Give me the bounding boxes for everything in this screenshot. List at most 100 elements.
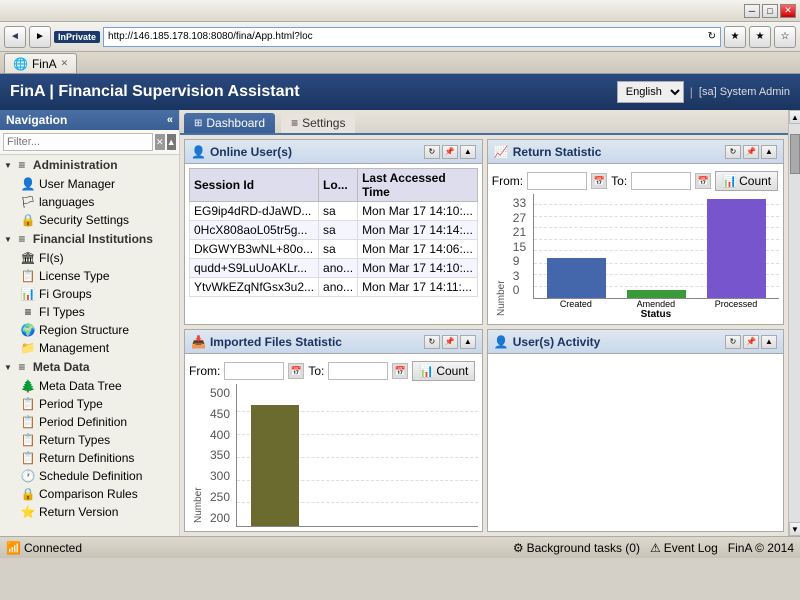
- tab-close-icon[interactable]: ✕: [61, 58, 69, 69]
- user-activity-body: [488, 354, 783, 531]
- status-bar: 📶 Connected ⚙ Background tasks (0) ⚠ Eve…: [0, 536, 800, 558]
- scrollbar-thumb[interactable]: [790, 134, 800, 174]
- refresh-icon[interactable]: ↻: [708, 31, 716, 42]
- cell-session: 0HcX808aoL05tr5g...: [190, 221, 319, 240]
- sidebar-item-user-manager[interactable]: 👤 User Manager: [16, 175, 179, 193]
- sidebar-item-comparison-rules[interactable]: 🔒 Comparison Rules: [16, 485, 179, 503]
- online-users-body: Session Id Lo... Last Accessed Time EG9i…: [185, 164, 482, 324]
- address-bar[interactable]: http://146.185.178.108:8080/fina/App.htm…: [103, 27, 721, 47]
- sidebar-header: Navigation «: [0, 110, 179, 130]
- sidebar-item-fi-types[interactable]: ≡ FI Types: [16, 303, 179, 321]
- language-select[interactable]: English: [617, 81, 684, 103]
- return-count-label: Count: [739, 174, 771, 188]
- meta-children: 🌲 Meta Data Tree 📋 Period Type 📋 Period …: [0, 377, 179, 521]
- status-right: ⚙ Background tasks (0) ⚠ Event Log FinA …: [513, 541, 794, 555]
- return-count-button[interactable]: 📊 Count: [715, 171, 778, 191]
- imported-count-button[interactable]: 📊 Count: [412, 361, 475, 381]
- return-to-input[interactable]: [631, 172, 691, 190]
- meta-section-icon: ≡: [14, 360, 30, 374]
- user-activity-pin-button[interactable]: 📌: [743, 335, 759, 349]
- close-button[interactable]: ✕: [780, 4, 796, 18]
- bg-tasks-status[interactable]: ⚙ Background tasks (0): [513, 541, 640, 555]
- fav1-button[interactable]: ★: [724, 26, 746, 48]
- return-defs-icon: 📋: [20, 451, 36, 465]
- imported-pin-button[interactable]: 📌: [442, 335, 458, 349]
- online-users-refresh-button[interactable]: ↻: [424, 145, 440, 159]
- browser-tab-fina[interactable]: 🌐 FinA ✕: [4, 53, 77, 73]
- sidebar-item-schedule-definition[interactable]: 🕐 Schedule Definition: [16, 467, 179, 485]
- sidebar-item-fi-groups[interactable]: 📊 Fi Groups: [16, 285, 179, 303]
- imported-refresh-button[interactable]: ↻: [424, 335, 440, 349]
- scrollbar-up-button[interactable]: ▲: [789, 110, 800, 124]
- sidebar-item-fis[interactable]: 🏛 FI(s): [16, 249, 179, 267]
- user-activity-collapse-button[interactable]: ▲: [761, 335, 777, 349]
- back-button[interactable]: ◄: [4, 26, 26, 48]
- sidebar-filter-clear-button[interactable]: ✕: [155, 134, 165, 150]
- sidebar-item-period-type[interactable]: 📋 Period Type: [16, 395, 179, 413]
- connected-label: Connected: [24, 541, 82, 555]
- fis-icon: 🏛: [20, 251, 36, 265]
- fav3-button[interactable]: ☆: [774, 26, 796, 48]
- sidebar-section-meta-data[interactable]: ▼ ≡ Meta Data: [0, 357, 179, 377]
- sidebar-item-management[interactable]: 📁 Management: [16, 339, 179, 357]
- sidebar-section-financial-institutions[interactable]: ▼ ≡ Financial Institutions: [0, 229, 179, 249]
- user-activity-refresh-button[interactable]: ↻: [725, 335, 741, 349]
- forward-button[interactable]: ►: [29, 26, 51, 48]
- return-stat-collapse-button[interactable]: ▲: [761, 145, 777, 159]
- sidebar-item-return-types[interactable]: 📋 Return Types: [16, 431, 179, 449]
- sidebar-item-license-type[interactable]: 📋 License Type: [16, 267, 179, 285]
- event-log-icon: ⚠: [650, 541, 661, 555]
- bar-processed-fill: [707, 199, 766, 298]
- app-wrapper: FinA | Financial Supervision Assistant E…: [0, 74, 800, 558]
- return-count-chart-icon: 📊: [722, 174, 737, 188]
- sidebar-scroll-up-button[interactable]: ▲: [167, 134, 177, 150]
- sidebar-filter-input[interactable]: [3, 133, 153, 151]
- imported-collapse-button[interactable]: ▲: [460, 335, 476, 349]
- cell-login: sa: [319, 240, 358, 259]
- imported-to-calendar-icon[interactable]: 📅: [392, 363, 408, 379]
- sidebar-item-return-definitions[interactable]: 📋 Return Definitions: [16, 449, 179, 467]
- maximize-button[interactable]: □: [762, 4, 778, 18]
- return-stat-pin-button[interactable]: 📌: [743, 145, 759, 159]
- copyright-text: FinA © 2014: [728, 541, 794, 555]
- imported-files-body: From: 📅 To: 📅 📊 Count: [185, 354, 482, 531]
- table-row: qudd+S9LuUoAKLr... ano... Mon Mar 17 14:…: [190, 259, 478, 278]
- sidebar-item-comparison-rules-label: Comparison Rules: [39, 487, 138, 501]
- sidebar-item-meta-data-tree[interactable]: 🌲 Meta Data Tree: [16, 377, 179, 395]
- imported-count-chart-icon: 📊: [419, 364, 434, 378]
- return-from-input[interactable]: [527, 172, 587, 190]
- return-from-calendar-icon[interactable]: 📅: [591, 173, 607, 189]
- sidebar-item-return-version[interactable]: ⭐ Return Version: [16, 503, 179, 521]
- dashboard-tab[interactable]: ⊞ Dashboard: [184, 113, 275, 133]
- sidebar-scroll-area[interactable]: ▼ ≡ Administration 👤 User Manager 🏳 lang…: [0, 155, 179, 536]
- sidebar-collapse-button[interactable]: «: [167, 114, 173, 126]
- scrollbar-down-button[interactable]: ▼: [789, 522, 800, 536]
- sidebar-section-administration[interactable]: ▼ ≡ Administration: [0, 155, 179, 175]
- event-log-status[interactable]: ⚠ Event Log: [650, 541, 718, 555]
- online-users-title: 👤 Online User(s): [191, 145, 292, 159]
- browser-navbar: ◄ ► InPrivate http://146.185.178.108:808…: [0, 22, 800, 52]
- return-y-axis-label: Number: [492, 194, 511, 320]
- return-stat-refresh-button[interactable]: ↻: [725, 145, 741, 159]
- online-users-collapse-button[interactable]: ▲: [460, 145, 476, 159]
- imported-from-input[interactable]: [224, 362, 284, 380]
- fav2-button[interactable]: ★: [749, 26, 771, 48]
- imported-files-panel: 📥 Imported Files Statistic ↻ 📌 ▲ From:: [184, 329, 483, 532]
- imported-files-icon: 📥: [191, 335, 206, 349]
- minimize-button[interactable]: ─: [744, 4, 760, 18]
- sidebar-item-region-structure[interactable]: 🌍 Region Structure: [16, 321, 179, 339]
- imported-from-calendar-icon[interactable]: 📅: [288, 363, 304, 379]
- return-to-calendar-icon[interactable]: 📅: [695, 173, 711, 189]
- sidebar-item-languages[interactable]: 🏳 languages: [16, 193, 179, 211]
- online-users-pin-button[interactable]: 📌: [442, 145, 458, 159]
- window-controls: ─ □ ✕: [744, 4, 796, 18]
- imported-to-input[interactable]: [328, 362, 388, 380]
- sidebar-item-security-settings-label: Security Settings: [39, 213, 129, 227]
- sidebar-item-security-settings[interactable]: 🔒 Security Settings: [16, 211, 179, 229]
- settings-link[interactable]: ≡ Settings: [281, 113, 355, 133]
- user-manager-icon: 👤: [20, 177, 36, 191]
- imported-files-controls: ↻ 📌 ▲: [424, 335, 476, 349]
- right-scrollbar[interactable]: ▲ ▼: [788, 110, 800, 536]
- period-type-icon: 📋: [20, 397, 36, 411]
- sidebar-item-period-definition[interactable]: 📋 Period Definition: [16, 413, 179, 431]
